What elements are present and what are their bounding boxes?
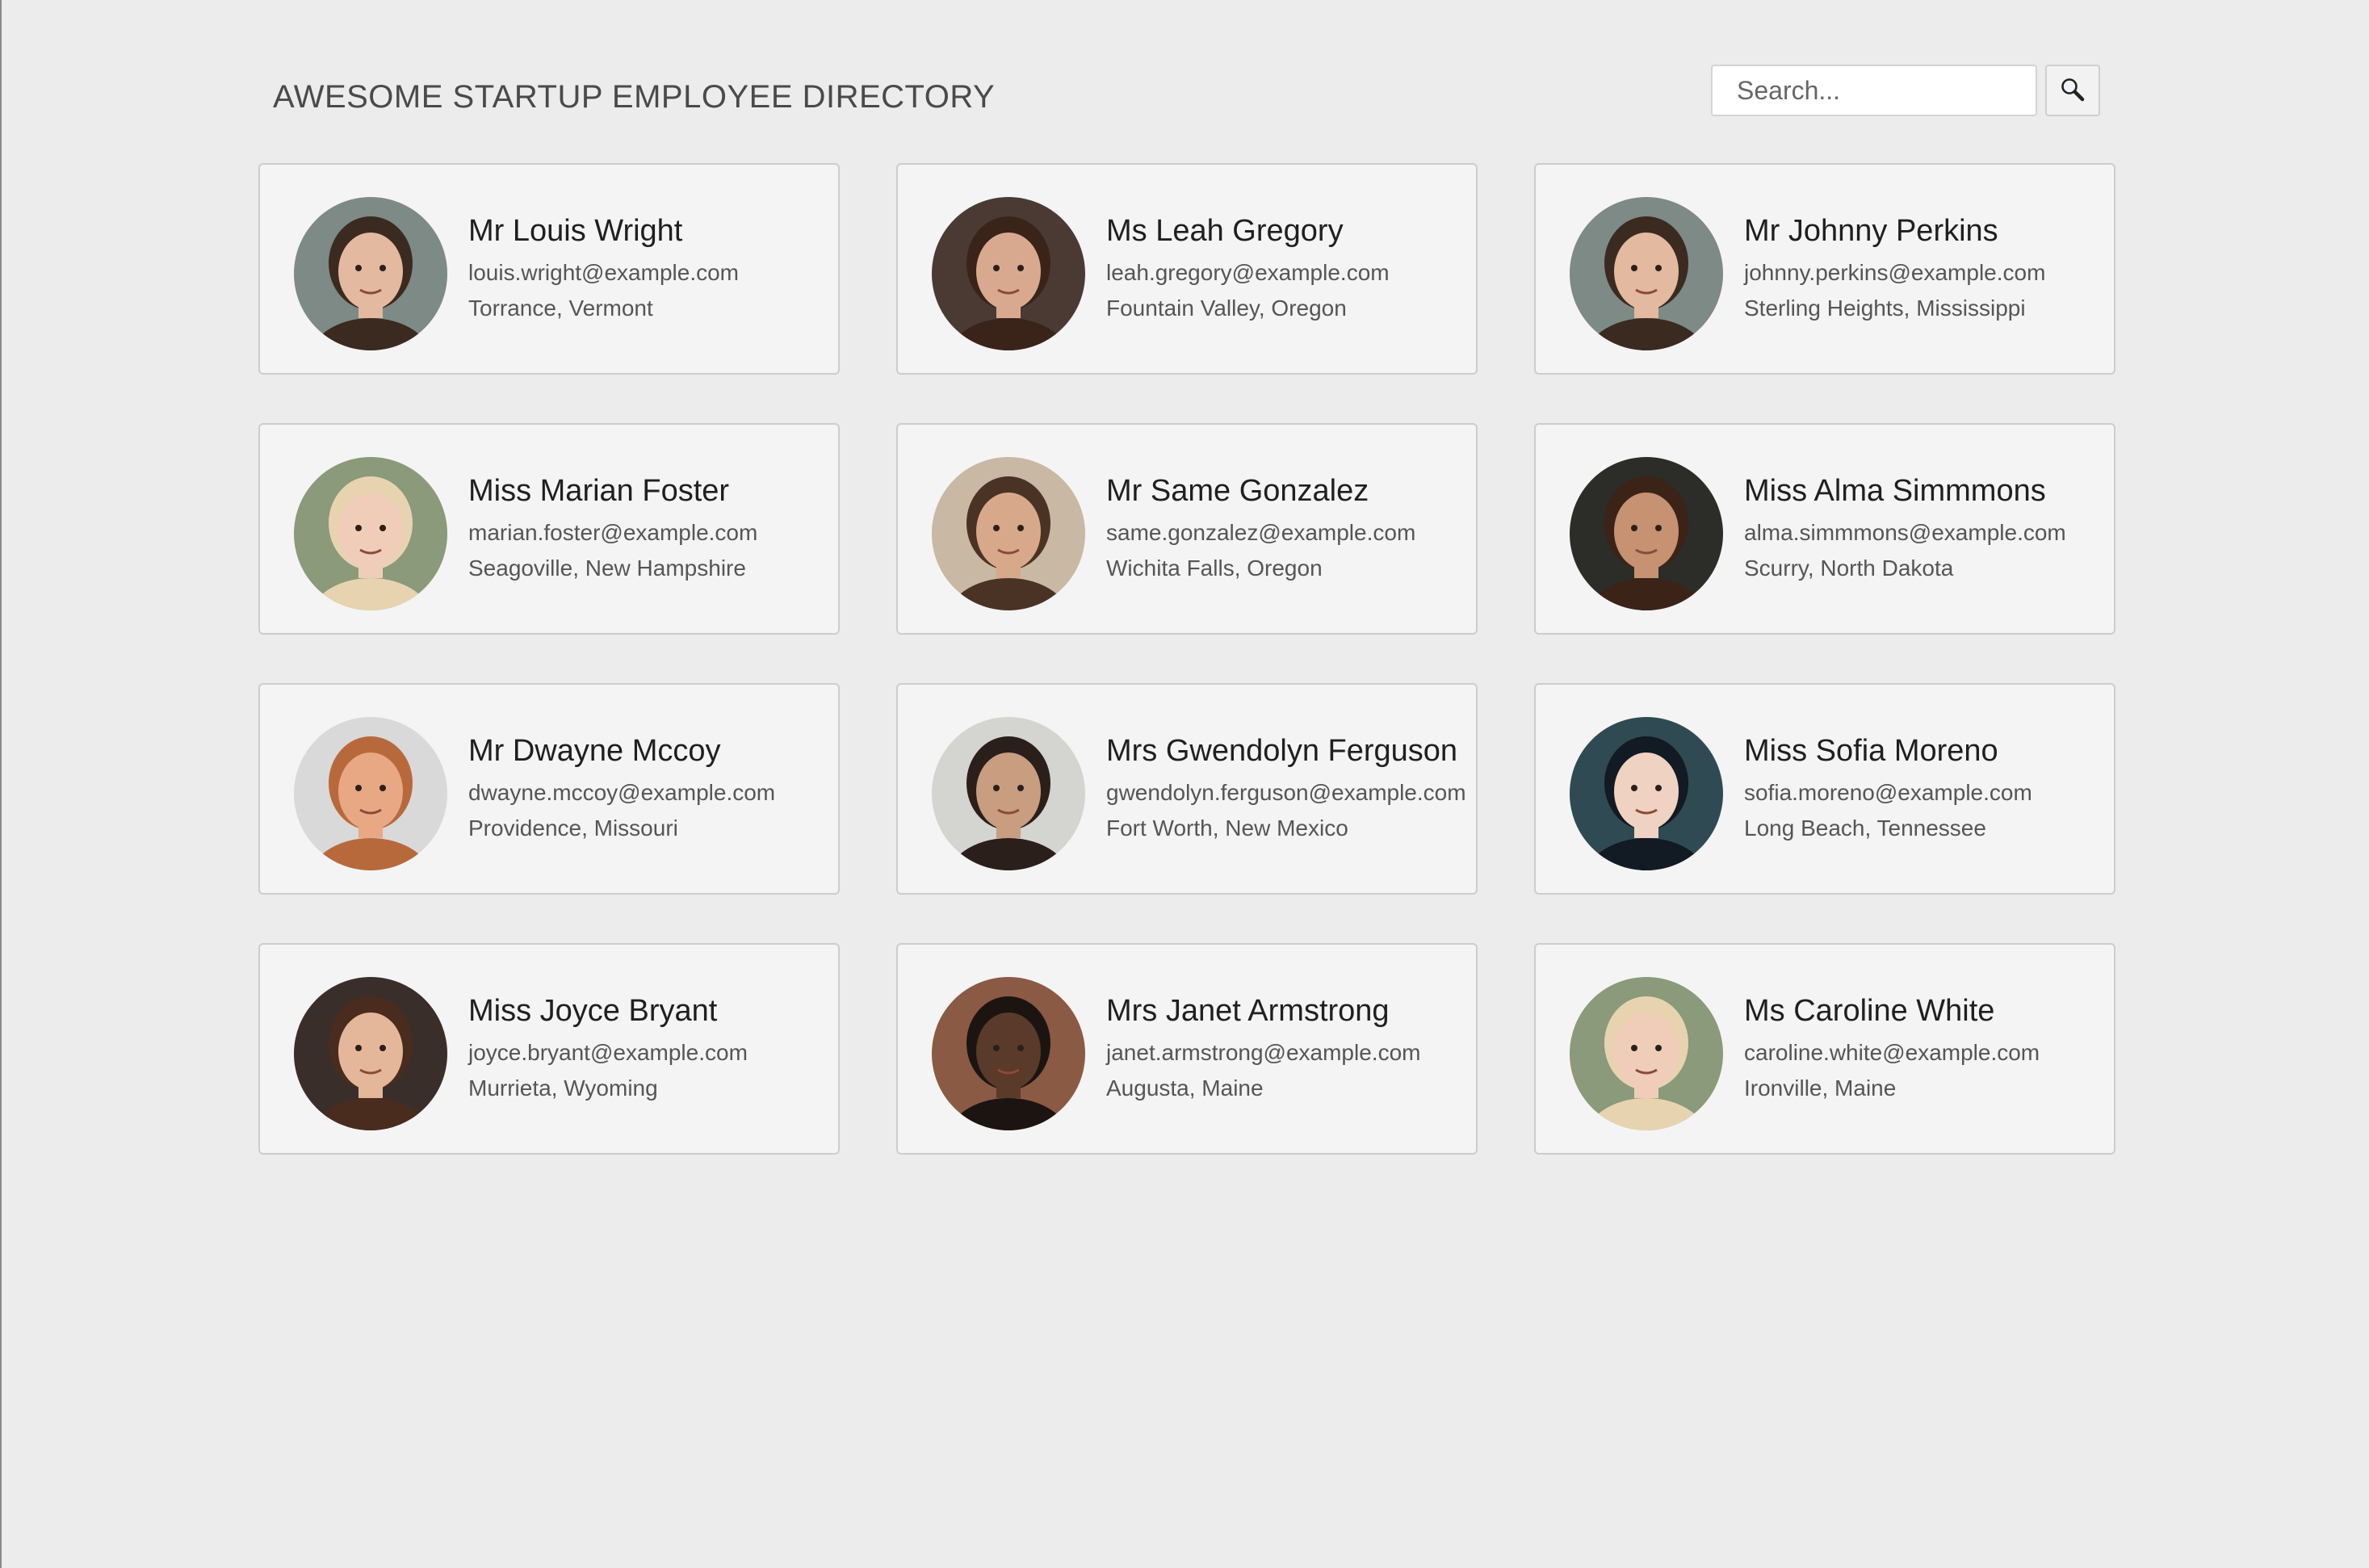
employee-card[interactable]: Mr Same Gonzalez same.gonzalez@example.c… [896,423,1478,635]
page-title: AWESOME STARTUP EMPLOYEE DIRECTORY [273,79,996,115]
employee-location: Murrieta, Wyoming [468,1075,658,1101]
employee-card[interactable]: Ms Leah Gregory leah.gregory@example.com… [896,163,1478,375]
employee-name: Mr Louis Wright [468,214,683,248]
employee-info: Ms Leah Gregory leah.gregory@example.com… [1106,210,1390,326]
employee-email: caroline.white@example.com [1744,1040,2040,1065]
employee-card[interactable]: Miss Alma Simmmons alma.simmmons@example… [1534,423,2115,635]
employee-email: dwayne.mccoy@example.com [468,780,776,805]
employee-card[interactable]: Miss Marian Foster marian.foster@example… [258,423,840,635]
employee-card[interactable]: Mrs Janet Armstrong janet.armstrong@exam… [896,943,1478,1155]
employee-name: Mr Johnny Perkins [1744,214,1998,248]
employee-location: Sterling Heights, Mississippi [1744,296,2026,321]
employee-avatar [932,977,1085,1130]
employee-avatar [1570,717,1723,870]
employee-avatar [932,197,1085,350]
employee-card[interactable]: Ms Caroline White caroline.white@example… [1534,943,2115,1155]
employee-location: Providence, Missouri [468,815,678,841]
employee-card[interactable]: Mr Johnny Perkins johnny.perkins@example… [1534,163,2115,375]
employee-avatar [932,457,1085,610]
employee-name: Ms Leah Gregory [1106,214,1344,248]
employee-info: Miss Sofia Moreno sofia.moreno@example.c… [1744,730,2032,846]
employee-name: Ms Caroline White [1744,994,1995,1028]
employee-location: Torrance, Vermont [468,296,653,321]
magnifying-glass-icon [2059,76,2086,106]
employee-name: Miss Alma Simmmons [1744,474,2046,508]
employee-location: Fountain Valley, Oregon [1106,296,1347,321]
employee-name: Miss Marian Foster [468,474,730,508]
employee-email: alma.simmmons@example.com [1744,520,2066,545]
employee-info: Miss Marian Foster marian.foster@example… [468,470,757,586]
employee-location: Seagoville, New Hampshire [468,556,746,581]
employee-location: Ironville, Maine [1744,1075,1897,1101]
employee-info: Mr Louis Wright louis.wright@example.com… [468,210,739,326]
employee-location: Long Beach, Tennessee [1744,815,1986,841]
employee-card[interactable]: Miss Joyce Bryant joyce.bryant@example.c… [258,943,840,1155]
employee-avatar [1570,977,1723,1130]
employee-grid: Mr Louis Wright louis.wright@example.com… [258,163,2115,1155]
employee-location: Scurry, North Dakota [1744,556,1954,581]
employee-card[interactable]: Mrs Gwendolyn Ferguson gwendolyn.ferguso… [896,683,1478,895]
employee-info: Ms Caroline White caroline.white@example… [1744,990,2040,1106]
employee-email: louis.wright@example.com [468,260,739,285]
employee-email: marian.foster@example.com [468,520,758,545]
search-button[interactable] [2045,65,2100,116]
employee-avatar [932,717,1085,870]
employee-email: joyce.bryant@example.com [468,1040,748,1065]
employee-location: Wichita Falls, Oregon [1106,556,1323,581]
employee-email: same.gonzalez@example.com [1106,520,1416,545]
employee-info: Miss Joyce Bryant joyce.bryant@example.c… [468,990,748,1106]
employee-email: johnny.perkins@example.com [1744,260,2046,285]
employee-email: janet.armstrong@example.com [1106,1040,1421,1065]
employee-email: sofia.moreno@example.com [1744,780,2032,805]
employee-avatar [1570,197,1723,350]
employee-name: Mrs Janet Armstrong [1106,994,1390,1028]
employee-card[interactable]: Mr Dwayne Mccoy dwayne.mccoy@example.com… [258,683,840,895]
employee-email: gwendolyn.ferguson@example.com [1106,780,1466,805]
employee-name: Mrs Gwendolyn Ferguson [1106,734,1458,768]
employee-card[interactable]: Miss Sofia Moreno sofia.moreno@example.c… [1534,683,2115,895]
employee-avatar [1570,457,1723,610]
employee-email: leah.gregory@example.com [1106,260,1390,285]
search-form [1711,65,2100,116]
employee-info: Miss Alma Simmmons alma.simmmons@example… [1744,470,2066,586]
employee-name: Mr Same Gonzalez [1106,474,1369,508]
employee-name: Mr Dwayne Mccoy [468,734,721,768]
employee-location: Augusta, Maine [1106,1075,1264,1101]
employee-avatar [294,197,447,350]
employee-avatar [294,977,447,1130]
employee-name: Miss Sofia Moreno [1744,734,1998,768]
employee-info: Mr Same Gonzalez same.gonzalez@example.c… [1106,470,1415,586]
employee-avatar [294,717,447,870]
employee-info: Mr Johnny Perkins johnny.perkins@example… [1744,210,2045,326]
page-header: AWESOME STARTUP EMPLOYEE DIRECTORY [273,65,2100,145]
employee-avatar [294,457,447,610]
employee-info: Mrs Gwendolyn Ferguson gwendolyn.ferguso… [1106,730,1466,846]
employee-info: Mrs Janet Armstrong janet.armstrong@exam… [1106,990,1420,1106]
search-input[interactable] [1711,65,2037,116]
employee-card[interactable]: Mr Louis Wright louis.wright@example.com… [258,163,840,375]
employee-location: Fort Worth, New Mexico [1106,815,1348,841]
employee-info: Mr Dwayne Mccoy dwayne.mccoy@example.com… [468,730,775,846]
employee-name: Miss Joyce Bryant [468,994,718,1028]
